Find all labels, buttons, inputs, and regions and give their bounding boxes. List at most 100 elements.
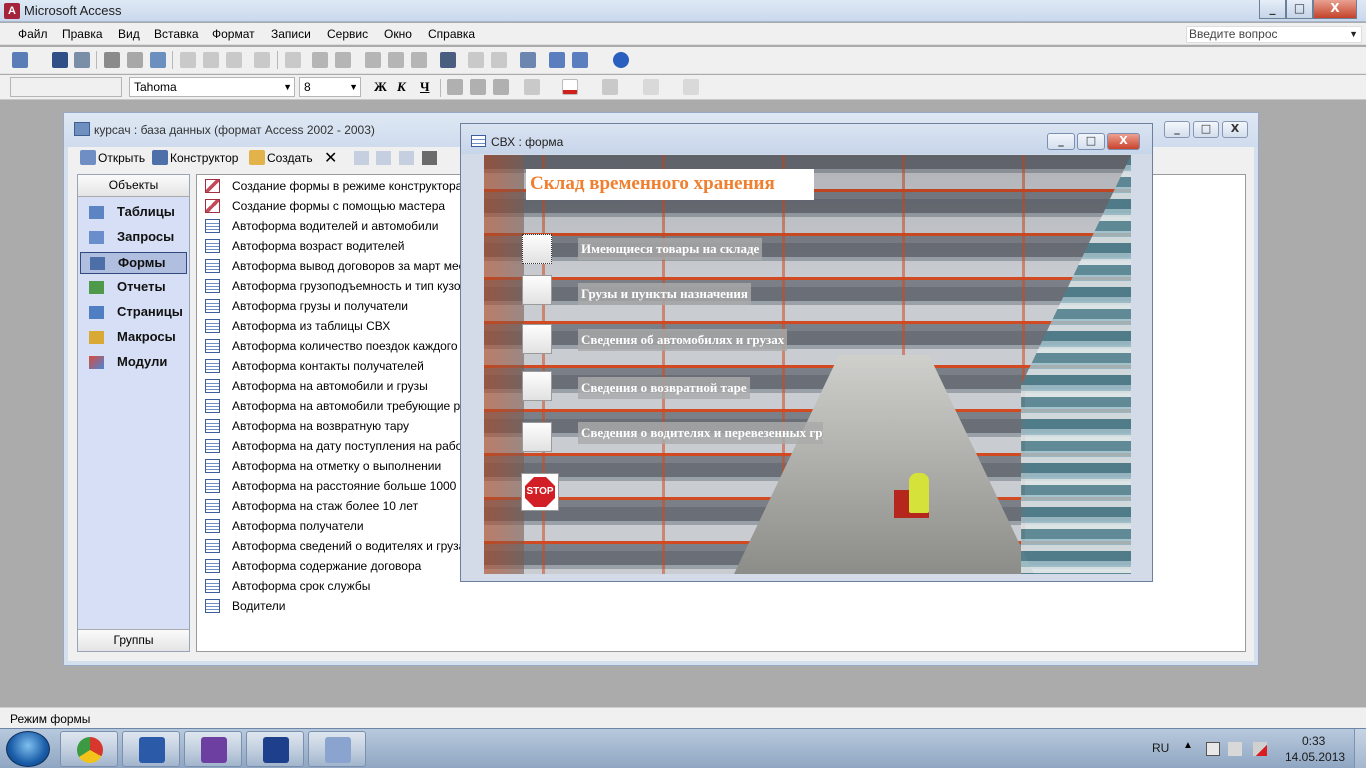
stop-button[interactable]: STOP — [521, 473, 559, 511]
menu-records[interactable]: Записи — [271, 27, 311, 41]
search-file-icon[interactable] — [74, 52, 90, 68]
object-combo[interactable] — [10, 77, 122, 97]
italic-button[interactable]: К — [397, 79, 406, 95]
start-button[interactable] — [6, 731, 50, 767]
bold-button[interactable]: Ж — [374, 79, 387, 95]
menu-format[interactable]: Формат — [212, 27, 255, 41]
db-close-button[interactable]: X — [1222, 121, 1248, 138]
drivers-cargo-button[interactable] — [522, 422, 552, 452]
filter-by-form-icon[interactable] — [388, 52, 404, 68]
db-minimize-button[interactable]: _ — [1164, 121, 1190, 138]
taskbar-save-app[interactable] — [246, 731, 304, 767]
list-item[interactable]: Автоформа на стаж более 10 лет — [205, 497, 463, 515]
taskbar-access[interactable] — [308, 731, 366, 767]
menu-edit[interactable]: Правка — [62, 27, 103, 41]
goods-in-stock-button[interactable] — [522, 234, 552, 264]
chevron-down-icon[interactable]: ▼ — [283, 78, 292, 96]
objects-item-modules[interactable]: Модули — [80, 352, 187, 374]
delete-record-icon[interactable] — [491, 52, 507, 68]
list-item[interactable]: Создание формы с помощью мастера — [205, 197, 463, 215]
design-button[interactable]: Конструктор — [152, 150, 238, 165]
list-item[interactable]: Автоформа грузоподъемность и тип кузова — [205, 277, 463, 295]
view-icon[interactable] — [12, 52, 28, 68]
network-icon[interactable] — [1253, 742, 1267, 756]
list-item[interactable]: Создание формы в режиме конструктора — [205, 177, 463, 195]
menu-window[interactable]: Окно — [384, 27, 412, 41]
align-right-icon[interactable] — [493, 79, 509, 95]
list-item[interactable]: Автоформа на расстояние больше 1000 км — [205, 477, 463, 495]
battery-icon[interactable] — [1206, 742, 1220, 756]
new-object-icon[interactable] — [572, 52, 588, 68]
large-icons-icon[interactable] — [354, 151, 369, 165]
sort-ascending-icon[interactable] — [312, 52, 328, 68]
tray-expand-icon[interactable]: ▲ — [1183, 740, 1193, 751]
hyperlink-icon[interactable] — [285, 52, 301, 68]
db-maximize-button[interactable]: □ — [1193, 121, 1219, 138]
small-icons-icon[interactable] — [376, 151, 391, 165]
new-record-icon[interactable] — [468, 52, 484, 68]
cargo-destinations-button[interactable] — [522, 275, 552, 305]
form-close-button[interactable]: X — [1107, 133, 1140, 150]
volume-icon[interactable] — [1228, 742, 1242, 756]
list-item[interactable]: Водители — [205, 597, 463, 615]
list-item[interactable]: Автоформа возраст водителей — [205, 237, 463, 255]
font-combo[interactable]: Tahoma ▼ — [129, 77, 295, 97]
objects-item-pages[interactable]: Страницы — [80, 302, 187, 324]
list-item[interactable]: Автоформа количество поездок каждого — [205, 337, 463, 355]
apply-filter-icon[interactable] — [411, 52, 427, 68]
menu-help[interactable]: Справка — [428, 27, 475, 41]
returnable-containers-button[interactable] — [522, 371, 552, 401]
print-icon[interactable] — [104, 52, 120, 68]
list-item[interactable]: Автоформа на автомобили требующие ремонт… — [205, 397, 463, 415]
border-width-icon[interactable] — [643, 79, 659, 95]
help-icon[interactable] — [613, 52, 629, 68]
show-desktop-button[interactable] — [1354, 729, 1366, 768]
objects-header[interactable]: Объекты — [78, 175, 189, 197]
print-preview-icon[interactable] — [127, 52, 143, 68]
maximize-button[interactable]: □ — [1286, 0, 1313, 19]
sort-descending-icon[interactable] — [335, 52, 351, 68]
special-effect-icon[interactable] — [683, 79, 699, 95]
find-icon[interactable] — [440, 52, 456, 68]
objects-item-reports[interactable]: Отчеты — [80, 277, 187, 299]
list-item[interactable]: Автоформа на автомобили и грузы — [205, 377, 463, 395]
list-item[interactable]: Автоформа на возвратную тару — [205, 417, 463, 435]
objects-item-forms[interactable]: Формы — [80, 252, 187, 274]
taskbar-chrome[interactable] — [60, 731, 118, 767]
objects-item-tables[interactable]: Таблицы — [80, 202, 187, 224]
list-item[interactable]: Автоформа контакты получателей — [205, 357, 463, 375]
cut-icon[interactable] — [180, 52, 196, 68]
taskbar-visual-studio[interactable] — [184, 731, 242, 767]
list-item[interactable]: Автоформа содержание договора — [205, 557, 463, 575]
paste-icon[interactable] — [226, 52, 242, 68]
minimize-button[interactable]: _ — [1259, 0, 1286, 19]
font-color-icon[interactable] — [562, 79, 578, 95]
form-maximize-button[interactable]: □ — [1077, 133, 1105, 150]
menu-tools[interactable]: Сервис — [327, 27, 368, 41]
close-button[interactable]: X — [1313, 0, 1357, 19]
groups-header[interactable]: Группы — [78, 629, 189, 651]
spelling-icon[interactable] — [150, 52, 166, 68]
help-question-box[interactable]: Введите вопрос ▼ — [1186, 26, 1362, 43]
vehicles-cargo-button[interactable] — [522, 324, 552, 354]
list-item[interactable]: Автоформа из таблицы СВХ — [205, 317, 463, 335]
filter-by-selection-icon[interactable] — [365, 52, 381, 68]
fill-color-icon[interactable] — [524, 79, 540, 95]
access-app-icon[interactable]: A — [4, 3, 20, 19]
line-color-icon[interactable] — [602, 79, 618, 95]
menu-view[interactable]: Вид — [118, 27, 140, 41]
font-size-combo[interactable]: 8 ▼ — [299, 77, 361, 97]
list-item[interactable]: Автоформа получатели — [205, 517, 463, 535]
properties-icon[interactable] — [520, 52, 536, 68]
database-window-icon[interactable] — [549, 52, 565, 68]
details-view-icon[interactable] — [422, 151, 437, 165]
save-icon[interactable] — [52, 52, 68, 68]
list-item[interactable]: Автоформа на дату поступления на работу — [205, 437, 463, 455]
objects-item-queries[interactable]: Запросы — [80, 227, 187, 249]
objects-item-macros[interactable]: Макросы — [80, 327, 187, 349]
list-item[interactable]: Автоформа грузы и получатели — [205, 297, 463, 315]
align-left-icon[interactable] — [447, 79, 463, 95]
underline-button[interactable]: Ч — [420, 79, 430, 95]
menu-file[interactable]: Файл — [18, 27, 48, 41]
list-item[interactable]: Автоформа на отметку о выполнении — [205, 457, 463, 475]
